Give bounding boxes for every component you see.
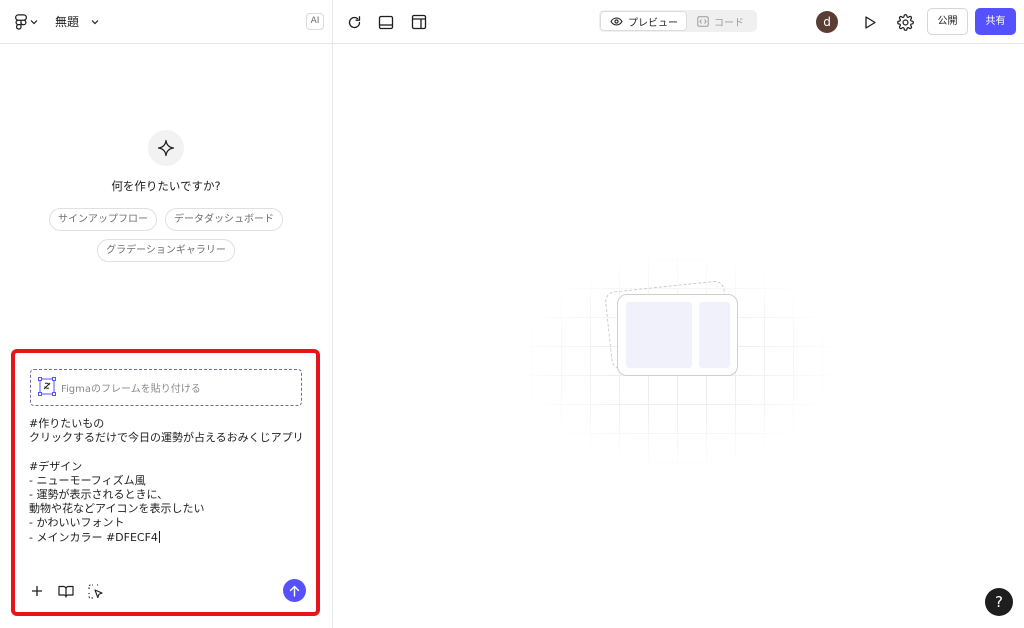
help-button[interactable]: ? <box>985 588 1013 616</box>
placeholder-block-side <box>699 302 730 368</box>
figma-menu-button[interactable] <box>14 13 44 31</box>
file-name[interactable]: 無題 <box>55 13 79 31</box>
refresh-icon <box>348 15 360 28</box>
play-button[interactable] <box>860 12 880 32</box>
settings-button[interactable] <box>895 12 915 32</box>
sparkle-icon <box>157 139 175 157</box>
play-icon <box>865 15 876 29</box>
tab-preview[interactable]: プレビュー <box>600 11 687 31</box>
layout-icon <box>411 14 427 30</box>
code-icon <box>697 15 709 27</box>
placeholder-block-main <box>626 302 692 368</box>
text-caret <box>158 530 160 543</box>
select-element-button[interactable] <box>86 582 104 600</box>
toggle-bottom-panel-button[interactable] <box>376 12 396 32</box>
preview-toolbar: プレビュー コード d 公開 共有 <box>333 0 1024 44</box>
frame-paste-icon <box>38 377 56 396</box>
share-button[interactable]: 共有 <box>975 8 1016 35</box>
library-button[interactable] <box>57 582 75 600</box>
prompt-text: #作りたいもの クリックするだけで今日の運勢が占えるおみくじアプリ #デザイン … <box>29 417 304 544</box>
cursor-select-icon <box>87 583 103 599</box>
chevron-down-icon[interactable] <box>89 14 101 30</box>
tab-code-label: コード <box>714 17 744 29</box>
suggestion-chips: サインアップフロー データダッシュボード グラデーションギャラリー <box>0 208 332 270</box>
send-button[interactable] <box>283 579 306 602</box>
figma-logo-icon <box>15 14 27 30</box>
arrow-up-icon <box>289 585 300 597</box>
tab-preview-label: プレビュー <box>628 17 678 29</box>
book-icon <box>58 585 74 598</box>
panel-bottom-icon <box>378 15 394 29</box>
suggestion-chip-signup[interactable]: サインアップフロー <box>49 208 157 231</box>
suggestion-chip-gallery[interactable]: グラデーションギャラリー <box>97 239 235 262</box>
preview-canvas <box>333 44 1024 628</box>
user-avatar[interactable]: d <box>816 11 838 33</box>
publish-button[interactable]: 公開 <box>927 8 968 35</box>
chat-panel: 無題 AI 何を作りたいですか? サインアップフロー データダッシュボード グラ… <box>0 0 333 628</box>
eye-icon <box>610 16 623 26</box>
ai-badge[interactable]: AI <box>306 13 324 30</box>
tab-code[interactable]: コード <box>697 11 744 31</box>
empty-state-question: 何を作りたいですか? <box>111 179 221 193</box>
add-attachment-button[interactable] <box>28 582 46 600</box>
chevron-down-icon <box>30 20 38 25</box>
layout-button[interactable] <box>409 12 429 32</box>
plus-icon <box>32 586 42 596</box>
prompt-composer: Figmaのフレームを貼り付ける #作りたいもの クリックするだけで今日の運勢が… <box>11 349 320 616</box>
paste-frame-label: Figmaのフレームを貼り付ける <box>61 384 201 395</box>
placeholder-frame <box>617 294 738 376</box>
sparkle-badge <box>148 130 184 166</box>
paste-figma-frame[interactable]: Figmaのフレームを貼り付ける <box>30 369 302 406</box>
suggestion-chip-dashboard[interactable]: データダッシュボード <box>165 208 283 231</box>
view-mode-toggle: プレビュー コード <box>599 10 757 32</box>
file-header: 無題 AI <box>0 0 332 44</box>
prompt-input[interactable]: #作りたいもの クリックするだけで今日の運勢が占えるおみくじアプリ #デザイン … <box>29 417 309 545</box>
gear-icon <box>896 13 914 31</box>
refresh-button[interactable] <box>344 12 364 32</box>
app-window: 無題 AI 何を作りたいですか? サインアップフロー データダッシュボード グラ… <box>0 0 1024 628</box>
